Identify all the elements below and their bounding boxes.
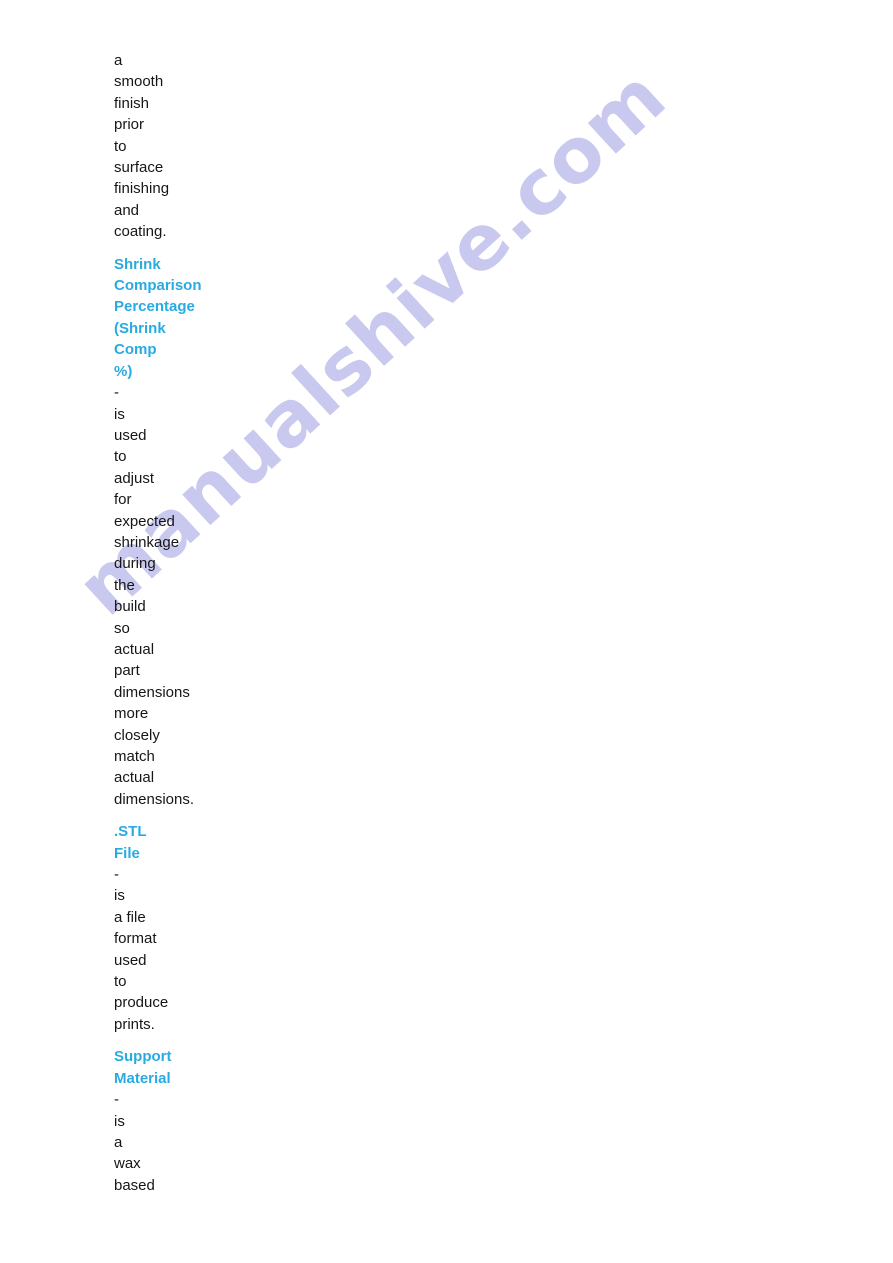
glossary-term-word: Comp	[114, 341, 157, 359]
text-line: more	[114, 705, 149, 723]
text-line: a	[114, 1133, 123, 1151]
text-line: prints.	[114, 1015, 155, 1033]
text-line: so	[114, 619, 130, 637]
text-line: smooth	[114, 73, 164, 91]
glossary-term-word: Material	[114, 1069, 171, 1087]
text-line: coating.	[114, 223, 167, 241]
text-line: used	[114, 951, 147, 969]
glossary-term-word: Percentage	[114, 298, 195, 316]
glossary-term-word: Support	[114, 1048, 172, 1066]
text-line: closely	[114, 726, 160, 744]
text-line: part	[114, 662, 140, 680]
text-line: shrinkage	[114, 533, 180, 551]
text-line: -	[114, 1091, 119, 1109]
paragraph-shrink-comparison-percentage: Shrink Comparison Percentage (Shrink Comp%) -…	[114, 254, 754, 811]
paragraph-support-material: Support Material - is a wax based	[114, 1046, 754, 1196]
text-line: for	[114, 491, 132, 509]
text-line: match	[114, 748, 155, 765]
document-page: manualshive.com a smooth finish prior to surf…	[0, 0, 893, 1263]
text-line: -	[114, 866, 119, 884]
glossary-term-word: File	[114, 844, 140, 862]
text-line: based	[114, 1176, 155, 1194]
paragraph-intro-continuation: a smooth finish prior to surface finishing and c…	[114, 50, 754, 243]
text-line: wax	[114, 1155, 141, 1173]
text-line: is	[114, 887, 125, 905]
glossary-term-word: Shrink	[114, 255, 161, 273]
text-line: expected	[114, 512, 175, 530]
paragraph-stl-file: .STL File - is a file format used to produce prin…	[114, 821, 754, 1035]
text-line: to	[114, 137, 127, 155]
text-line: surface	[114, 159, 164, 177]
text-line: used	[114, 426, 147, 444]
text-line: adjust	[114, 469, 155, 487]
text-line: prior	[114, 116, 145, 134]
text-line: during	[114, 555, 156, 573]
text-line: -	[114, 384, 119, 402]
text-line: is	[114, 405, 125, 423]
document-text-column: a smooth finish prior to surface finishing and c…	[114, 50, 754, 1196]
text-line: a	[114, 52, 123, 69]
text-line: and	[114, 201, 140, 219]
glossary-term-word: %)	[114, 362, 133, 380]
glossary-term-word: (Shrink	[114, 319, 166, 337]
glossary-term-word: Comparison	[114, 277, 202, 295]
text-line: finishing	[114, 180, 170, 198]
text-line: a file	[114, 908, 146, 926]
text-line: dimensions	[114, 683, 190, 701]
text-line: build	[114, 598, 146, 616]
text-line: is	[114, 1112, 125, 1130]
text-line: actual	[114, 640, 155, 658]
text-line: produce	[114, 994, 169, 1012]
text-line: dimensions.	[114, 790, 195, 808]
text-line: actual	[114, 769, 155, 787]
text-line: format	[114, 930, 157, 948]
text-line: the	[114, 576, 135, 594]
text-line: to	[114, 448, 127, 466]
text-line: to	[114, 973, 127, 991]
text-line: finish	[114, 94, 150, 112]
glossary-term-word: .STL	[114, 823, 147, 841]
